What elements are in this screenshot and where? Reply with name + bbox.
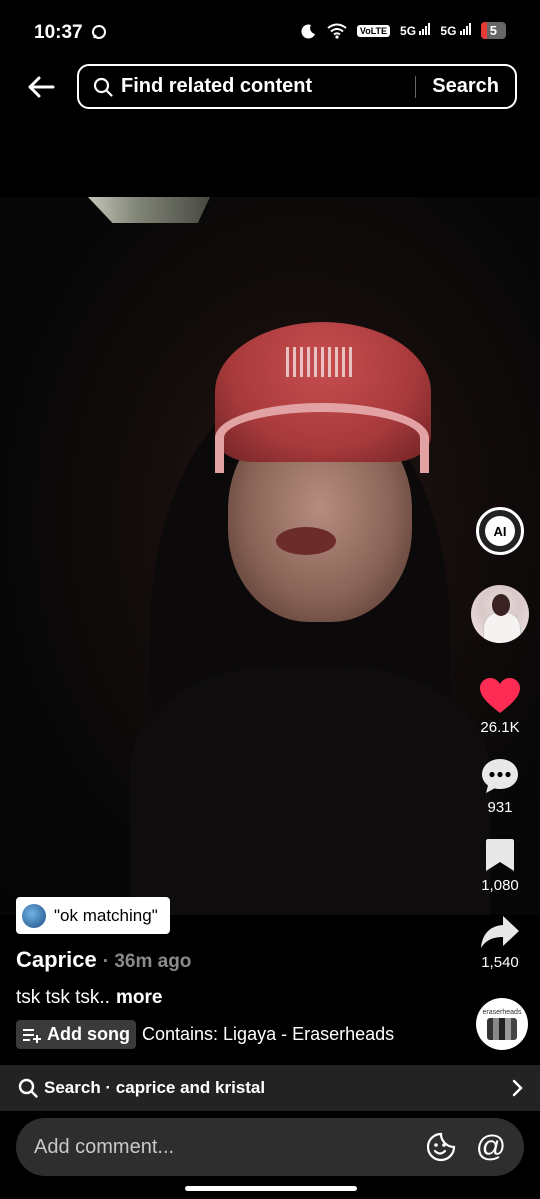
add-song-button[interactable]: Add song	[16, 1020, 136, 1049]
share-arrow-icon	[481, 916, 519, 948]
signal-bars-icon	[459, 23, 471, 35]
comment-button[interactable]: 931	[474, 757, 526, 816]
comment-count: 931	[487, 799, 513, 816]
playlist-add-icon	[23, 1028, 41, 1043]
post-caption[interactable]: tsk tsk tsk.. more	[16, 987, 162, 1009]
video-light	[88, 197, 210, 223]
save-count: 1,080	[481, 877, 519, 894]
caption-text: tsk tsk tsk..	[16, 987, 110, 1008]
network-type-1: 5G	[400, 24, 417, 38]
moon-icon	[301, 24, 315, 39]
avatar-head	[492, 594, 510, 616]
search-icon	[18, 1078, 38, 1098]
search-input[interactable]: Find related content	[121, 75, 415, 98]
search-button[interactable]: Search	[432, 75, 499, 98]
caption-more-link[interactable]: more	[116, 987, 162, 1008]
emoji-button[interactable]	[424, 1130, 458, 1164]
author-line: Caprice · 36m ago	[16, 947, 191, 973]
avatar-figure	[483, 612, 521, 643]
wifi-icon	[327, 23, 347, 39]
comment-bar: @	[16, 1118, 524, 1176]
author-name[interactable]: Caprice	[16, 947, 97, 973]
bookmark-icon	[486, 839, 514, 871]
clock: 10:37	[34, 22, 83, 43]
related-search-bar[interactable]: Search · caprice and kristal	[0, 1065, 540, 1111]
music-disc[interactable]: eraserheads	[476, 998, 528, 1050]
mention-button[interactable]: @	[474, 1130, 508, 1164]
creator-avatar[interactable]	[471, 585, 529, 643]
home-indicator[interactable]	[185, 1186, 357, 1191]
ai-icon: AI	[485, 516, 515, 546]
back-button[interactable]	[24, 70, 58, 104]
chevron-right-icon	[512, 1079, 523, 1097]
share-count: 1,540	[481, 954, 519, 971]
video-player[interactable]	[0, 197, 540, 915]
song-contains-text[interactable]: Contains: Ligaya - Eraserheads	[142, 1024, 394, 1045]
music-disc-label: eraserheads	[482, 1008, 522, 1016]
signal-bars-icon	[419, 23, 431, 35]
heart-icon	[480, 678, 520, 713]
save-button[interactable]: 1,080	[474, 837, 526, 894]
related-search-label: Search · caprice and kristal	[44, 1078, 266, 1097]
battery-level: 5	[489, 23, 497, 38]
status-time: 10:37	[34, 22, 107, 44]
share-button[interactable]: 1,540	[474, 914, 526, 971]
video-subject-cap-logo	[286, 347, 356, 377]
back-arrow-icon	[28, 76, 55, 98]
signal-1: 5G	[400, 23, 431, 38]
like-count: 26.1K	[480, 719, 520, 736]
post-time: · 36m ago	[102, 951, 192, 972]
video-subject-jacket	[130, 667, 490, 915]
song-line: Add song Contains: Ligaya - Eraserheads	[16, 1020, 394, 1049]
emoji-sticker-icon	[426, 1132, 456, 1162]
volte-badge: VoLTE	[356, 24, 391, 37]
signal-2: 5G	[440, 23, 471, 38]
network-type-2: 5G	[440, 24, 457, 38]
video-subject-mouth	[276, 527, 336, 555]
album-art	[487, 1017, 517, 1040]
search-divider	[415, 75, 417, 98]
sticker-avatar-icon	[22, 903, 46, 928]
search-bar[interactable]: Find related content Search	[77, 64, 517, 109]
battery-indicator: 5	[480, 22, 506, 39]
status-icons: VoLTE 5G 5G 5	[301, 22, 506, 39]
ai-button[interactable]: AI	[476, 507, 524, 555]
search-icon	[93, 76, 115, 98]
add-song-label: Add song	[47, 1024, 130, 1044]
comment-bubble-icon	[482, 759, 518, 793]
chat-bubble-icon	[91, 25, 106, 39]
video-sticker[interactable]: "ok matching"	[16, 897, 170, 934]
like-button[interactable]: 26.1K	[474, 677, 526, 736]
comment-input[interactable]	[32, 1134, 424, 1160]
sticker-text: "ok matching"	[54, 905, 158, 925]
video-subject-cap-brim	[215, 403, 429, 473]
